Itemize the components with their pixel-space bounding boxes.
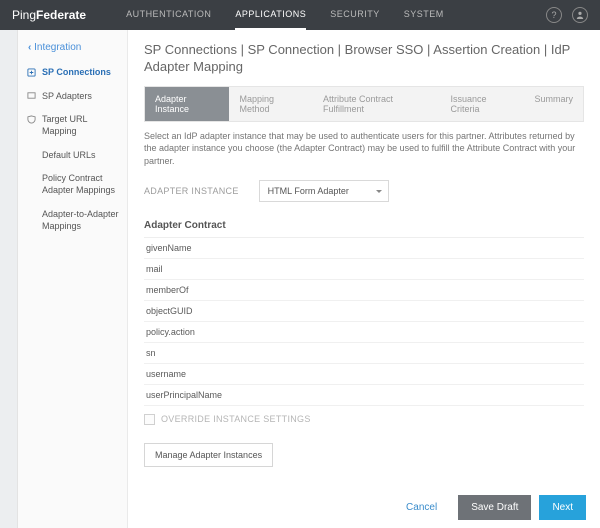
user-icon[interactable] bbox=[572, 7, 588, 23]
save-draft-button[interactable]: Save Draft bbox=[458, 495, 531, 520]
breadcrumb: SP Connections | SP Connection | Browser… bbox=[144, 42, 584, 76]
sidebar-item-label: Adapter-to-Adapter Mappings bbox=[42, 209, 119, 232]
attr-row: memberOf bbox=[144, 280, 584, 301]
help-text: Select an IdP adapter instance that may … bbox=[144, 130, 584, 168]
top-bar: PingFederate AUTHENTICATION APPLICATIONS… bbox=[0, 0, 600, 30]
tab-mapping-method[interactable]: Mapping Method bbox=[229, 87, 313, 121]
logo-part-a: Ping bbox=[12, 8, 36, 22]
adapter-instance-row: ADAPTER INSTANCE HTML Form Adapter bbox=[144, 180, 584, 202]
connections-icon bbox=[26, 67, 36, 77]
adapter-instance-select[interactable]: HTML Form Adapter bbox=[259, 180, 389, 202]
blank-icon bbox=[26, 150, 36, 160]
nav-authentication[interactable]: AUTHENTICATION bbox=[126, 0, 211, 30]
logo-part-b: Federate bbox=[36, 8, 86, 22]
sidebar-item-sp-adapters[interactable]: SP Adapters bbox=[18, 85, 127, 109]
sidebar-item-adapter-to-adapter-mappings[interactable]: Adapter-to-Adapter Mappings bbox=[18, 203, 127, 238]
tab-issuance-criteria[interactable]: Issuance Criteria bbox=[441, 87, 525, 121]
sidebar-item-label: SP Connections bbox=[42, 67, 111, 79]
manage-adapter-instances-button[interactable]: Manage Adapter Instances bbox=[144, 443, 273, 467]
tab-summary[interactable]: Summary bbox=[524, 87, 583, 121]
adapters-icon bbox=[26, 91, 36, 101]
shield-icon bbox=[26, 114, 36, 124]
attr-row: mail bbox=[144, 259, 584, 280]
wizard-tabs: Adapter Instance Mapping Method Attribut… bbox=[144, 86, 584, 122]
nav-security[interactable]: SECURITY bbox=[330, 0, 380, 30]
sidebar-item-label: SP Adapters bbox=[42, 91, 92, 103]
back-link[interactable]: Integration bbox=[18, 38, 127, 61]
attr-row: givenName bbox=[144, 238, 584, 259]
left-rail bbox=[0, 30, 18, 528]
attr-row: objectGUID bbox=[144, 301, 584, 322]
attr-row: userPrincipalName bbox=[144, 385, 584, 406]
adapter-instance-label: ADAPTER INSTANCE bbox=[144, 186, 239, 196]
sidebar-item-label: Policy Contract Adapter Mappings bbox=[42, 173, 119, 196]
tab-attribute-contract-fulfillment[interactable]: Attribute Contract Fulfillment bbox=[313, 87, 441, 121]
help-icon[interactable]: ? bbox=[546, 7, 562, 23]
override-checkbox[interactable] bbox=[144, 414, 155, 425]
override-row: OVERRIDE INSTANCE SETTINGS bbox=[144, 406, 584, 435]
topbar-right: ? bbox=[546, 7, 588, 23]
nav-applications[interactable]: APPLICATIONS bbox=[235, 0, 306, 30]
sidebar-item-default-urls[interactable]: Default URLs bbox=[18, 144, 127, 168]
main-area: Integration SP Connections SP Adapters T… bbox=[0, 30, 600, 528]
sidebar-item-label: Target URL Mapping bbox=[42, 114, 119, 137]
primary-nav: AUTHENTICATION APPLICATIONS SECURITY SYS… bbox=[126, 0, 444, 30]
cancel-button[interactable]: Cancel bbox=[393, 495, 450, 520]
footer-actions: Cancel Save Draft Next bbox=[393, 495, 586, 520]
sidebar-item-label: Default URLs bbox=[42, 150, 96, 162]
nav-system[interactable]: SYSTEM bbox=[404, 0, 444, 30]
sidebar: Integration SP Connections SP Adapters T… bbox=[18, 30, 128, 528]
override-label: OVERRIDE INSTANCE SETTINGS bbox=[161, 414, 311, 424]
attr-row: username bbox=[144, 364, 584, 385]
sidebar-item-target-url-mapping[interactable]: Target URL Mapping bbox=[18, 108, 127, 143]
sidebar-item-policy-contract-mappings[interactable]: Policy Contract Adapter Mappings bbox=[18, 167, 127, 202]
blank-icon bbox=[26, 173, 36, 183]
logo: PingFederate bbox=[12, 8, 86, 22]
adapter-contract-title: Adapter Contract bbox=[144, 214, 584, 238]
tab-adapter-instance[interactable]: Adapter Instance bbox=[145, 87, 229, 121]
blank-icon bbox=[26, 209, 36, 219]
sidebar-item-sp-connections[interactable]: SP Connections bbox=[18, 61, 127, 85]
content-panel: SP Connections | SP Connection | Browser… bbox=[128, 30, 600, 528]
adapter-instance-value: HTML Form Adapter bbox=[268, 186, 349, 196]
attr-row: policy.action bbox=[144, 322, 584, 343]
next-button[interactable]: Next bbox=[539, 495, 586, 520]
attr-row: sn bbox=[144, 343, 584, 364]
